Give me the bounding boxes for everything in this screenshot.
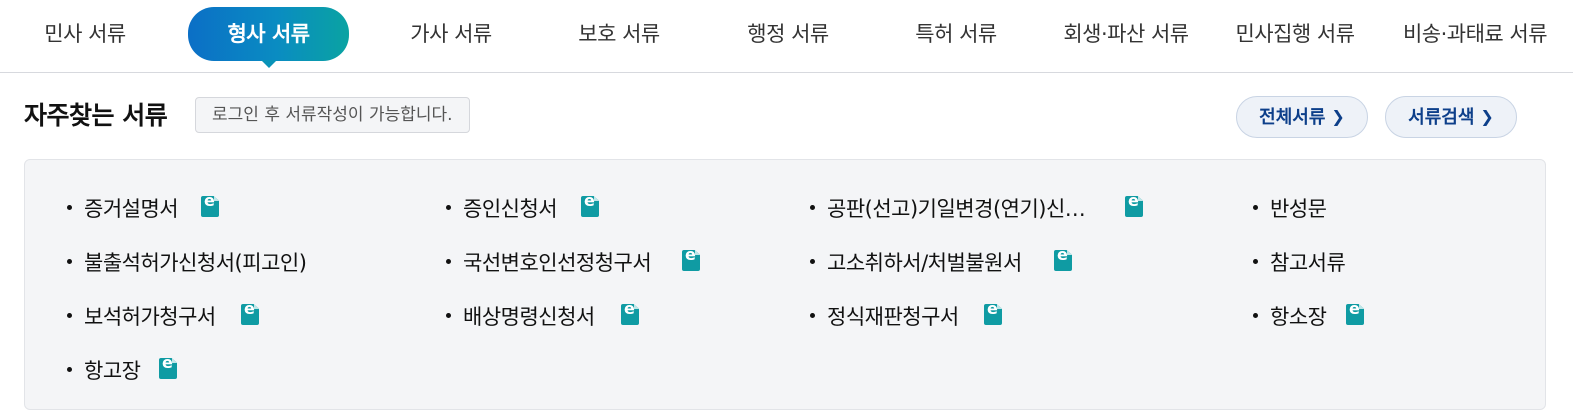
- doc-link-apology-letter[interactable]: 반성문: [1253, 193, 1327, 223]
- doc-label: 보석허가청구서: [84, 305, 216, 329]
- doc-link-public-defender-request[interactable]: 국선변호인선정청구서: [446, 247, 652, 277]
- doc-link-compensation-order-application[interactable]: 배상명령신청서: [446, 301, 595, 331]
- doc-label: 참고서류: [1270, 251, 1346, 275]
- doc-label: 증거설명서: [84, 197, 179, 221]
- doc-label: 국선변호인선정청구서: [463, 251, 652, 275]
- login-notice: 로그인 후 서류작성이 가능합니다.: [195, 97, 470, 133]
- bullet: [446, 259, 451, 264]
- e-document-icon[interactable]: [621, 304, 639, 325]
- category-tab-bar: 민사 서류 형사 서류 가사 서류 보호 서류 행정 서류 특허 서류 회생·파…: [0, 0, 1573, 73]
- tab-non-contentious-fine-documents[interactable]: 비송·과태료 서류: [1384, 10, 1566, 58]
- bullet: [1253, 313, 1258, 318]
- doc-link-trial-date-change-request[interactable]: 공판(선고)기일변경(연기)신…: [810, 193, 1086, 223]
- doc-label: 고소취하서/처벌불원서: [827, 251, 1022, 275]
- doc-link-bail-petition[interactable]: 보석허가청구서: [67, 301, 216, 331]
- chevron-right-icon: ❯: [1480, 107, 1494, 126]
- tab-rehabilitation-bankruptcy-documents[interactable]: 회생·파산 서류: [1046, 10, 1206, 58]
- doc-link-formal-trial-request[interactable]: 정식재판청구서: [810, 301, 959, 331]
- doc-label: 공판(선고)기일변경(연기)신…: [827, 197, 1086, 221]
- tab-civil-execution-documents[interactable]: 민사집행 서류: [1222, 10, 1368, 58]
- bullet: [67, 205, 72, 210]
- doc-link-appeal-petition[interactable]: 항소장: [1253, 301, 1327, 331]
- all-documents-label: 전체서류: [1259, 107, 1326, 128]
- frequent-documents-panel: 증거설명서 증인신청서 공판(선고)기일변경(연기)신… 반성문 불출석허가신청…: [24, 159, 1546, 410]
- tab-administrative-documents[interactable]: 행정 서류: [733, 10, 843, 58]
- doc-link-reference-documents[interactable]: 참고서류: [1253, 247, 1346, 277]
- doc-label: 배상명령신청서: [463, 305, 595, 329]
- e-document-icon[interactable]: [581, 196, 599, 217]
- bullet: [67, 367, 72, 372]
- all-documents-button[interactable]: 전체서류 ❯: [1236, 96, 1368, 138]
- doc-label: 항소장: [1270, 305, 1327, 329]
- bullet: [67, 259, 72, 264]
- bullet: [446, 313, 451, 318]
- doc-label: 증인신청서: [463, 197, 558, 221]
- bullet: [446, 205, 451, 210]
- bullet: [1253, 259, 1258, 264]
- e-document-icon[interactable]: [159, 358, 177, 379]
- doc-link-complaint-appeal[interactable]: 항고장: [67, 355, 141, 385]
- e-document-icon[interactable]: [1346, 304, 1364, 325]
- e-document-icon[interactable]: [984, 304, 1002, 325]
- tab-family-documents[interactable]: 가사 서류: [396, 10, 506, 58]
- doc-label: 불출석허가신청서(피고인): [84, 251, 307, 275]
- doc-label: 반성문: [1270, 197, 1327, 221]
- bullet: [67, 313, 72, 318]
- frequent-documents-title: 자주찾는 서류: [24, 101, 168, 130]
- doc-label: 항고장: [84, 359, 141, 383]
- doc-link-evidence-statement[interactable]: 증거설명서: [67, 193, 179, 223]
- tab-criminal-documents[interactable]: 형사 서류: [188, 7, 349, 68]
- tab-patent-documents[interactable]: 특허 서류: [901, 10, 1011, 58]
- bullet: [810, 313, 815, 318]
- e-document-icon[interactable]: [1125, 196, 1143, 217]
- chevron-right-icon: ❯: [1331, 107, 1345, 126]
- e-document-icon[interactable]: [201, 196, 219, 217]
- document-search-button[interactable]: 서류검색 ❯: [1385, 96, 1517, 138]
- document-search-label: 서류검색: [1408, 107, 1475, 128]
- bullet: [810, 205, 815, 210]
- e-document-icon[interactable]: [1054, 250, 1072, 271]
- tab-protection-documents[interactable]: 보호 서류: [564, 10, 674, 58]
- e-document-icon[interactable]: [241, 304, 259, 325]
- e-document-icon[interactable]: [682, 250, 700, 271]
- tab-civil-documents[interactable]: 민사 서류: [30, 10, 140, 58]
- bullet: [1253, 205, 1258, 210]
- doc-link-witness-application[interactable]: 증인신청서: [446, 193, 558, 223]
- doc-label: 정식재판청구서: [827, 305, 959, 329]
- doc-link-absence-permission-defendant[interactable]: 불출석허가신청서(피고인): [67, 247, 307, 277]
- doc-link-complaint-withdrawal[interactable]: 고소취하서/처벌불원서: [810, 247, 1022, 277]
- bullet: [810, 259, 815, 264]
